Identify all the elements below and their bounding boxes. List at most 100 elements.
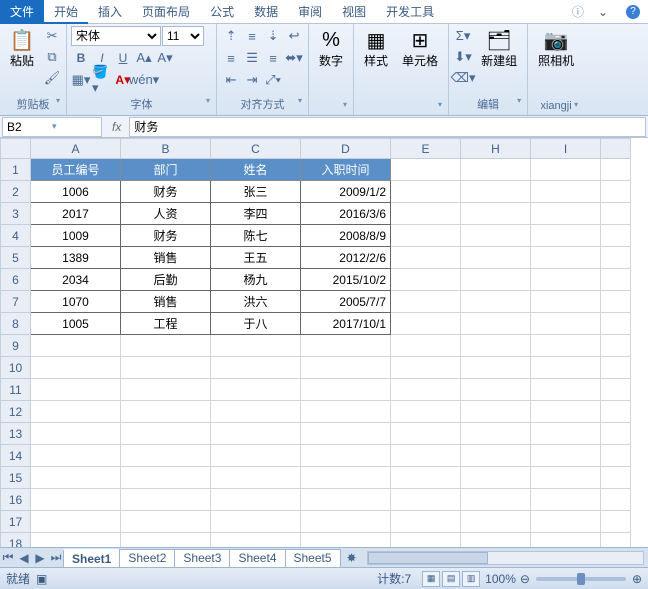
empty-cell[interactable] — [301, 401, 391, 423]
table-cell[interactable]: 后勤 — [121, 269, 211, 291]
col-header-A[interactable]: A — [31, 139, 121, 159]
align-middle-icon[interactable]: ≡ — [242, 26, 262, 46]
tab-file[interactable]: 文件 — [0, 0, 44, 24]
empty-cell[interactable] — [211, 401, 301, 423]
decrease-font-icon[interactable]: A▾ — [155, 48, 175, 68]
camera-button[interactable]: 📷 照相机 — [532, 26, 580, 71]
sheet-tab-Sheet4[interactable]: Sheet4 — [229, 549, 285, 567]
row-header-6[interactable]: 6 — [1, 269, 31, 291]
empty-cell[interactable] — [31, 533, 121, 548]
empty-cell[interactable] — [391, 313, 461, 335]
empty-cell[interactable] — [461, 225, 531, 247]
row-header-10[interactable]: 10 — [1, 357, 31, 379]
zoom-in-button[interactable]: ⊕ — [632, 572, 642, 586]
empty-cell[interactable] — [301, 533, 391, 548]
empty-cell[interactable] — [211, 379, 301, 401]
table-cell[interactable]: 2034 — [31, 269, 121, 291]
empty-cell[interactable] — [391, 379, 461, 401]
table-header-cell[interactable]: 姓名 — [211, 159, 301, 181]
table-cell[interactable]: 1009 — [31, 225, 121, 247]
empty-cell[interactable] — [531, 247, 601, 269]
empty-cell[interactable] — [531, 533, 601, 548]
empty-cell[interactable] — [531, 313, 601, 335]
empty-cell[interactable] — [31, 467, 121, 489]
table-cell[interactable]: 销售 — [121, 247, 211, 269]
empty-cell[interactable] — [531, 225, 601, 247]
empty-cell[interactable] — [391, 357, 461, 379]
table-cell[interactable]: 2012/2/6 — [301, 247, 391, 269]
tab-4[interactable]: 数据 — [244, 0, 288, 24]
empty-cell[interactable] — [531, 181, 601, 203]
fill-icon[interactable]: ⬇▾ — [453, 47, 473, 67]
table-cell[interactable]: 洪六 — [211, 291, 301, 313]
empty-cell[interactable] — [391, 225, 461, 247]
empty-cell[interactable] — [391, 247, 461, 269]
wrap-text-icon[interactable]: ↩ — [284, 26, 304, 46]
table-cell[interactable]: 2008/8/9 — [301, 225, 391, 247]
empty-cell[interactable] — [531, 269, 601, 291]
row-header-5[interactable]: 5 — [1, 247, 31, 269]
record-macro-icon[interactable]: ▣ — [36, 572, 47, 586]
empty-cell[interactable] — [31, 423, 121, 445]
table-cell[interactable]: 1006 — [31, 181, 121, 203]
empty-cell[interactable] — [301, 357, 391, 379]
col-header-I[interactable]: I — [531, 139, 601, 159]
format-painter-icon[interactable]: 🖌 — [42, 68, 62, 88]
empty-cell[interactable] — [531, 203, 601, 225]
border-button[interactable]: ▦▾ — [71, 70, 91, 90]
table-cell[interactable]: 王五 — [211, 247, 301, 269]
empty-cell[interactable] — [531, 291, 601, 313]
row-header-15[interactable]: 15 — [1, 467, 31, 489]
empty-cell[interactable] — [211, 533, 301, 548]
row-header-14[interactable]: 14 — [1, 445, 31, 467]
row-header-3[interactable]: 3 — [1, 203, 31, 225]
table-cell[interactable]: 杨九 — [211, 269, 301, 291]
table-cell[interactable]: 1005 — [31, 313, 121, 335]
empty-cell[interactable] — [391, 181, 461, 203]
table-cell[interactable]: 陈七 — [211, 225, 301, 247]
empty-cell[interactable] — [391, 533, 461, 548]
table-cell[interactable]: 1389 — [31, 247, 121, 269]
number-format-button[interactable]: % 数字 — [313, 26, 349, 71]
table-cell[interactable]: 销售 — [121, 291, 211, 313]
empty-cell[interactable] — [31, 335, 121, 357]
empty-cell[interactable] — [31, 445, 121, 467]
table-cell[interactable]: 李四 — [211, 203, 301, 225]
zoom-slider[interactable] — [536, 577, 626, 581]
empty-cell[interactable] — [461, 511, 531, 533]
empty-cell[interactable] — [461, 401, 531, 423]
sheet-tab-Sheet2[interactable]: Sheet2 — [119, 549, 175, 567]
scroll-thumb[interactable] — [368, 552, 488, 564]
empty-cell[interactable] — [301, 423, 391, 445]
table-cell[interactable]: 2016/3/6 — [301, 203, 391, 225]
align-center-icon[interactable]: ☰ — [242, 48, 262, 68]
align-bottom-icon[interactable]: ⇣ — [263, 26, 283, 46]
empty-cell[interactable] — [531, 489, 601, 511]
empty-cell[interactable] — [461, 247, 531, 269]
sheet-tab-Sheet5[interactable]: Sheet5 — [285, 549, 341, 567]
empty-cell[interactable] — [211, 489, 301, 511]
empty-cell[interactable] — [531, 511, 601, 533]
table-header-cell[interactable]: 入职时间 — [301, 159, 391, 181]
table-cell[interactable]: 1070 — [31, 291, 121, 313]
table-cell[interactable]: 2017 — [31, 203, 121, 225]
underline-button[interactable]: U — [113, 48, 133, 68]
empty-cell[interactable] — [461, 533, 531, 548]
empty-cell[interactable] — [121, 423, 211, 445]
empty-cell[interactable] — [391, 423, 461, 445]
empty-cell[interactable] — [391, 401, 461, 423]
indent-decrease-icon[interactable]: ⇤ — [221, 70, 241, 90]
copy-icon[interactable]: ⧉ — [42, 47, 62, 67]
sheet-nav-next[interactable]: ▶ — [32, 550, 48, 566]
formula-input[interactable]: 财务 — [129, 117, 646, 137]
empty-cell[interactable] — [211, 357, 301, 379]
empty-cell[interactable] — [121, 357, 211, 379]
tab-6[interactable]: 视图 — [332, 0, 376, 24]
align-right-icon[interactable]: ≡ — [263, 48, 283, 68]
empty-cell[interactable] — [121, 533, 211, 548]
cell-grid[interactable]: ABCDEHI1员工编号部门姓名入职时间21006财务张三2009/1/2320… — [0, 138, 631, 547]
row-header-2[interactable]: 2 — [1, 181, 31, 203]
select-all-corner[interactable] — [1, 139, 31, 159]
increase-font-icon[interactable]: A▴ — [134, 48, 154, 68]
fx-icon[interactable]: fx — [104, 120, 129, 134]
